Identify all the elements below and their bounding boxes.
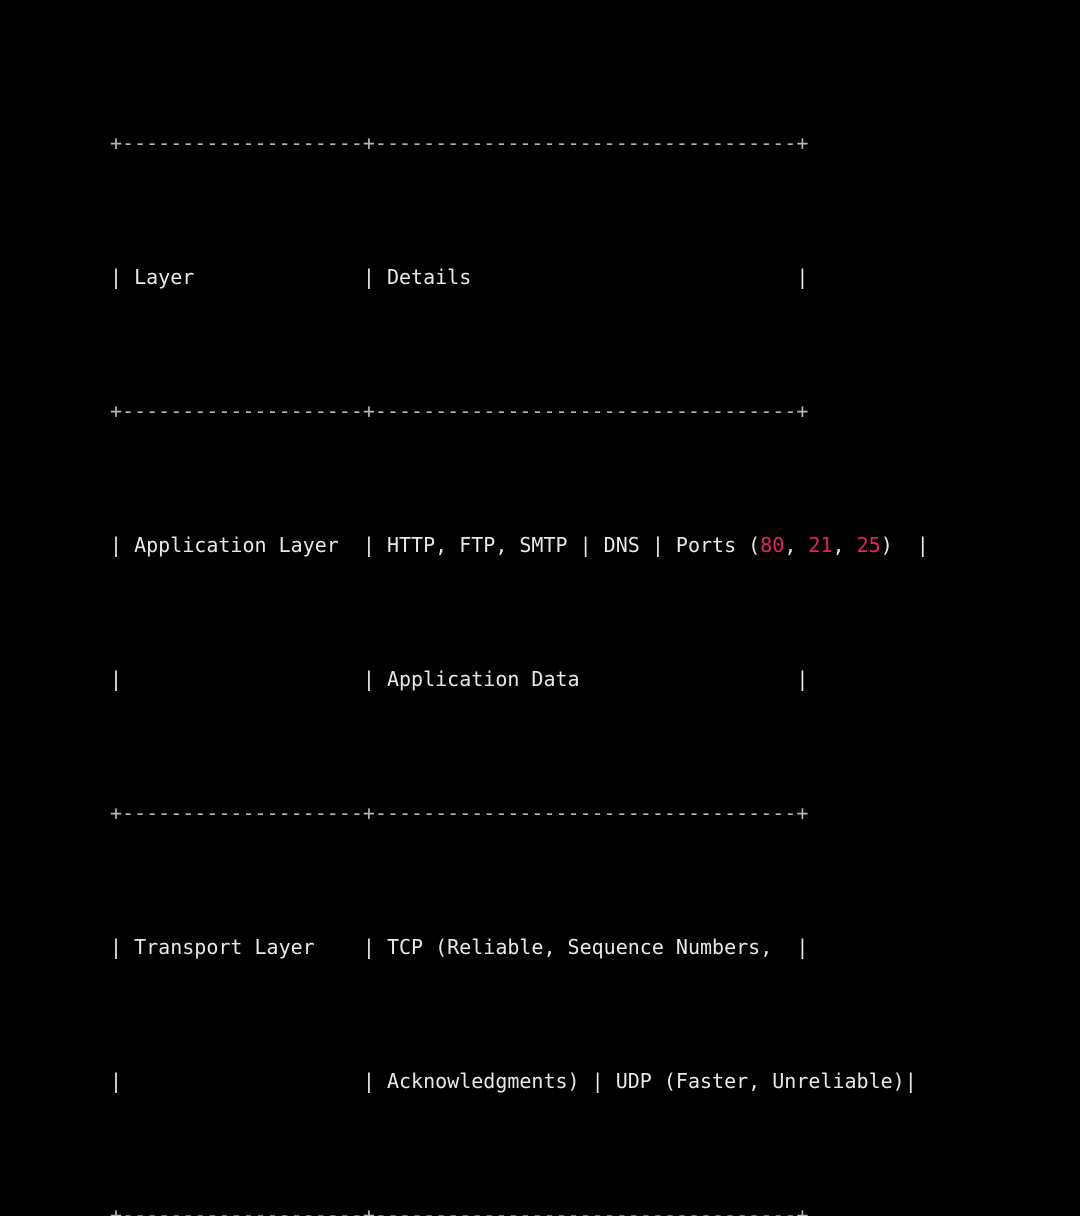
- application-data-text: | | Application Data |: [110, 667, 808, 691]
- header-row-text: | Layer | Details |: [110, 265, 808, 289]
- table-separator-after-application: +--------------------+------------------…: [110, 797, 929, 831]
- table-row-transport-line2: | | Acknowledgments) | UDP (Faster, Unre…: [110, 1065, 929, 1099]
- table-row-application-line1: | Application Layer | HTTP, FTP, SMTP | …: [110, 529, 929, 563]
- port-number-80: 80: [760, 533, 784, 557]
- table-header-row: | Layer | Details |: [110, 261, 929, 295]
- separator-text: +--------------------+------------------…: [110, 801, 808, 825]
- table-row-application-line2: | | Application Data |: [110, 663, 929, 697]
- transport-layer-tcp-text: | Transport Layer | TCP (Reliable, Seque…: [110, 935, 808, 959]
- table-row-transport-line1: | Transport Layer | TCP (Reliable, Seque…: [110, 931, 929, 965]
- application-layer-text-suffix: ) |: [881, 533, 929, 557]
- port-number-25: 25: [857, 533, 881, 557]
- port-separator-1: ,: [784, 533, 808, 557]
- separator-text: +--------------------+------------------…: [110, 131, 808, 155]
- port-number-21: 21: [808, 533, 832, 557]
- table-separator-after-transport: +--------------------+------------------…: [110, 1199, 929, 1216]
- table-separator-after-header: +--------------------+------------------…: [110, 395, 929, 429]
- port-separator-2: ,: [833, 533, 857, 557]
- transport-layer-udp-text: | | Acknowledgments) | UDP (Faster, Unre…: [110, 1069, 917, 1093]
- separator-text: +--------------------+------------------…: [110, 1203, 808, 1216]
- ascii-network-layers-table: +--------------------+------------------…: [110, 26, 929, 1216]
- table-separator-top: +--------------------+------------------…: [110, 127, 929, 161]
- separator-text: +--------------------+------------------…: [110, 399, 808, 423]
- application-layer-text-prefix: | Application Layer | HTTP, FTP, SMTP | …: [110, 533, 760, 557]
